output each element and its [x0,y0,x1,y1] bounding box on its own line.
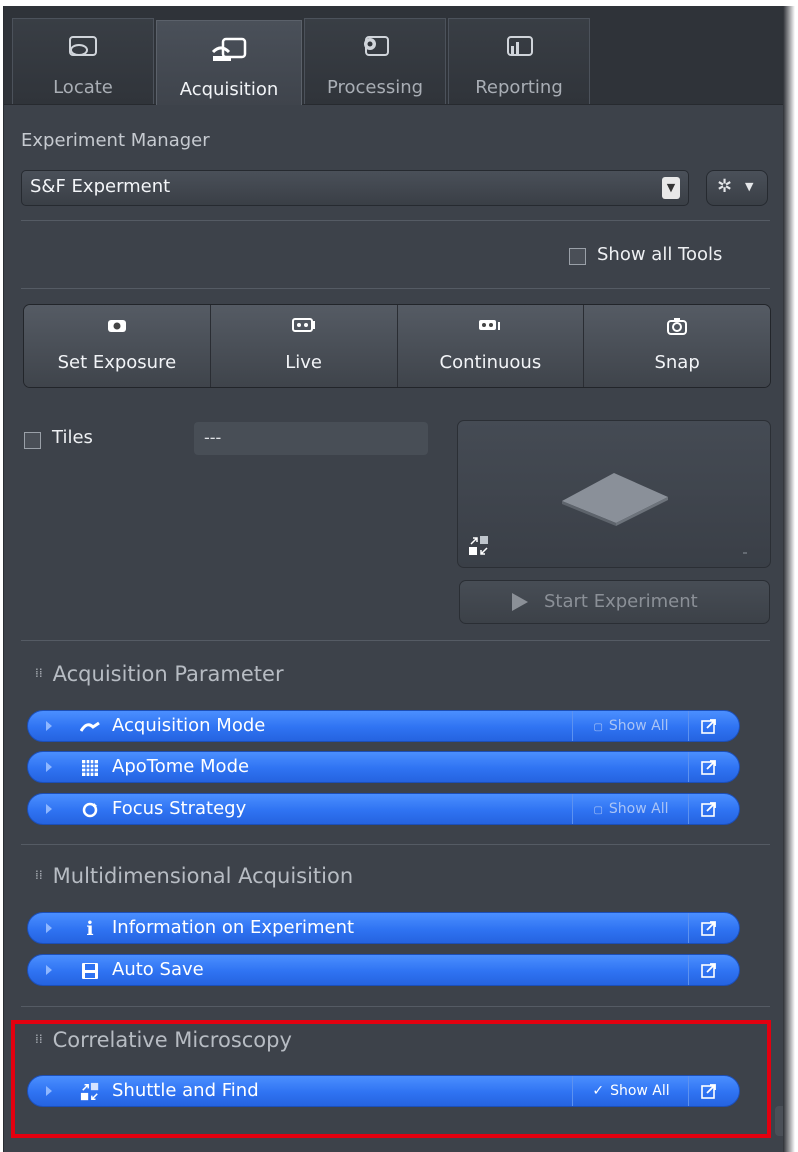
show-all-toggle[interactable]: ▢ Show All [572,794,689,824]
tab-label: Acquisition [179,79,279,100]
tab-label: Processing [326,77,424,98]
acquisition-icon [157,35,301,65]
tiles-checkbox[interactable] [24,432,41,449]
focus-strategy-icon [80,800,100,820]
processing-icon [305,33,445,63]
tab-label: Locate [53,77,113,98]
button-label: Set Exposure [57,352,177,373]
button-label: Snap [654,352,700,373]
locate-icon [13,33,153,63]
acquisition-panel: Locate Acquisition Processing Reporting … [3,6,786,1152]
expand-arrow-icon [46,923,52,933]
divider [21,288,770,289]
experiment-manager-label: Experiment Manager [21,130,210,151]
undock-icon[interactable] [688,752,729,782]
reporting-icon [449,33,589,63]
live-icon [211,317,397,335]
acquisition-mode-icon [80,717,100,737]
chevron-down-icon: ▼ [662,177,680,199]
expand-arrow-icon [46,762,52,772]
show-all-tools-label: Show all Tools [597,244,723,265]
experiment-select-value: S&F Experment [30,176,171,197]
show-all-label: Show All [608,718,669,734]
section-title: Multidimensional Acquisition [52,864,354,888]
checkbox-icon: ▢ [593,805,603,816]
sample-carrier-graphic [562,473,747,554]
undock-icon[interactable] [688,913,729,943]
show-all-label: Show All [608,801,669,817]
panel-edge [783,6,798,1152]
tool-information-on-experiment[interactable]: i Information on Experiment [27,912,740,944]
highlight-box [11,1020,771,1138]
tool-label: Acquisition Mode [112,715,266,736]
tab-label: Reporting [475,77,563,98]
divider [21,1006,770,1007]
tab-acquisition[interactable]: Acquisition [156,20,302,105]
start-experiment-button[interactable]: Start Experiment [459,580,770,624]
continuous-button[interactable]: Continuous [397,305,585,387]
button-label: Continuous [439,352,542,373]
divider [21,844,770,845]
tool-label: Focus Strategy [112,798,247,819]
checkbox-icon: ▢ [593,722,603,733]
shuttle-find-icon [468,535,490,561]
tiles-value: --- [204,428,222,447]
divider [21,220,770,221]
live-button[interactable]: Live [210,305,398,387]
show-all-toggle[interactable]: ▢ Show All [572,711,689,741]
snap-button[interactable]: Snap [584,305,770,387]
snap-icon [584,317,770,335]
expand-arrow-icon [46,721,52,731]
tab-processing[interactable]: Processing [304,18,446,104]
tab-locate[interactable]: Locate [12,18,154,104]
undock-icon[interactable] [688,794,729,824]
tiles-field: --- [194,422,428,455]
button-label: Live [285,352,322,373]
tab-bar: Locate Acquisition Processing Reporting [4,6,784,105]
tool-label: Auto Save [112,959,204,980]
tab-reporting[interactable]: Reporting [448,18,590,104]
drag-handle-icon: ⁞⁞ [35,666,43,680]
apotome-grid-icon [80,758,100,778]
undock-icon[interactable] [688,955,729,985]
experiment-select[interactable]: S&F Experment ▼ [21,170,689,206]
section-multidimensional-acquisition[interactable]: ⁞⁞ Multidimensional Acquisition [35,864,353,888]
tool-label: ApoTome Mode [112,756,250,777]
stage-preview[interactable] [457,420,771,568]
gear-icon: ✲ [717,176,733,197]
camera-icon [24,317,210,335]
experiment-settings-button[interactable]: ✲ ▼ [706,170,768,206]
section-acquisition-parameter[interactable]: ⁞⁞ Acquisition Parameter [35,662,284,686]
divider [21,640,770,641]
tool-auto-save[interactable]: Auto Save [27,954,740,986]
chevron-down-icon: ▼ [745,180,754,193]
tiles-label: Tiles [52,427,93,448]
tool-focus-strategy[interactable]: Focus Strategy ▢ Show All [27,793,740,825]
section-title: Acquisition Parameter [52,662,284,686]
play-icon [512,593,528,611]
show-all-tools-checkbox[interactable] [569,248,586,265]
start-experiment-label: Start Experiment [544,591,698,612]
expand-arrow-icon [46,804,52,814]
tool-apotome-mode[interactable]: ApoTome Mode [27,751,740,783]
set-exposure-button[interactable]: Set Exposure [24,305,211,387]
continuous-icon [398,317,584,335]
tool-label: Information on Experiment [112,917,355,938]
info-icon: i [86,918,94,940]
undock-icon[interactable] [688,711,729,741]
save-icon [80,961,100,981]
drag-handle-icon: ⁞⁞ [35,868,43,882]
expand-arrow-icon [46,965,52,975]
tool-acquisition-mode[interactable]: Acquisition Mode ▢ Show All [27,710,740,742]
capture-button-group: Set Exposure Live Continuous Snap [23,304,771,388]
